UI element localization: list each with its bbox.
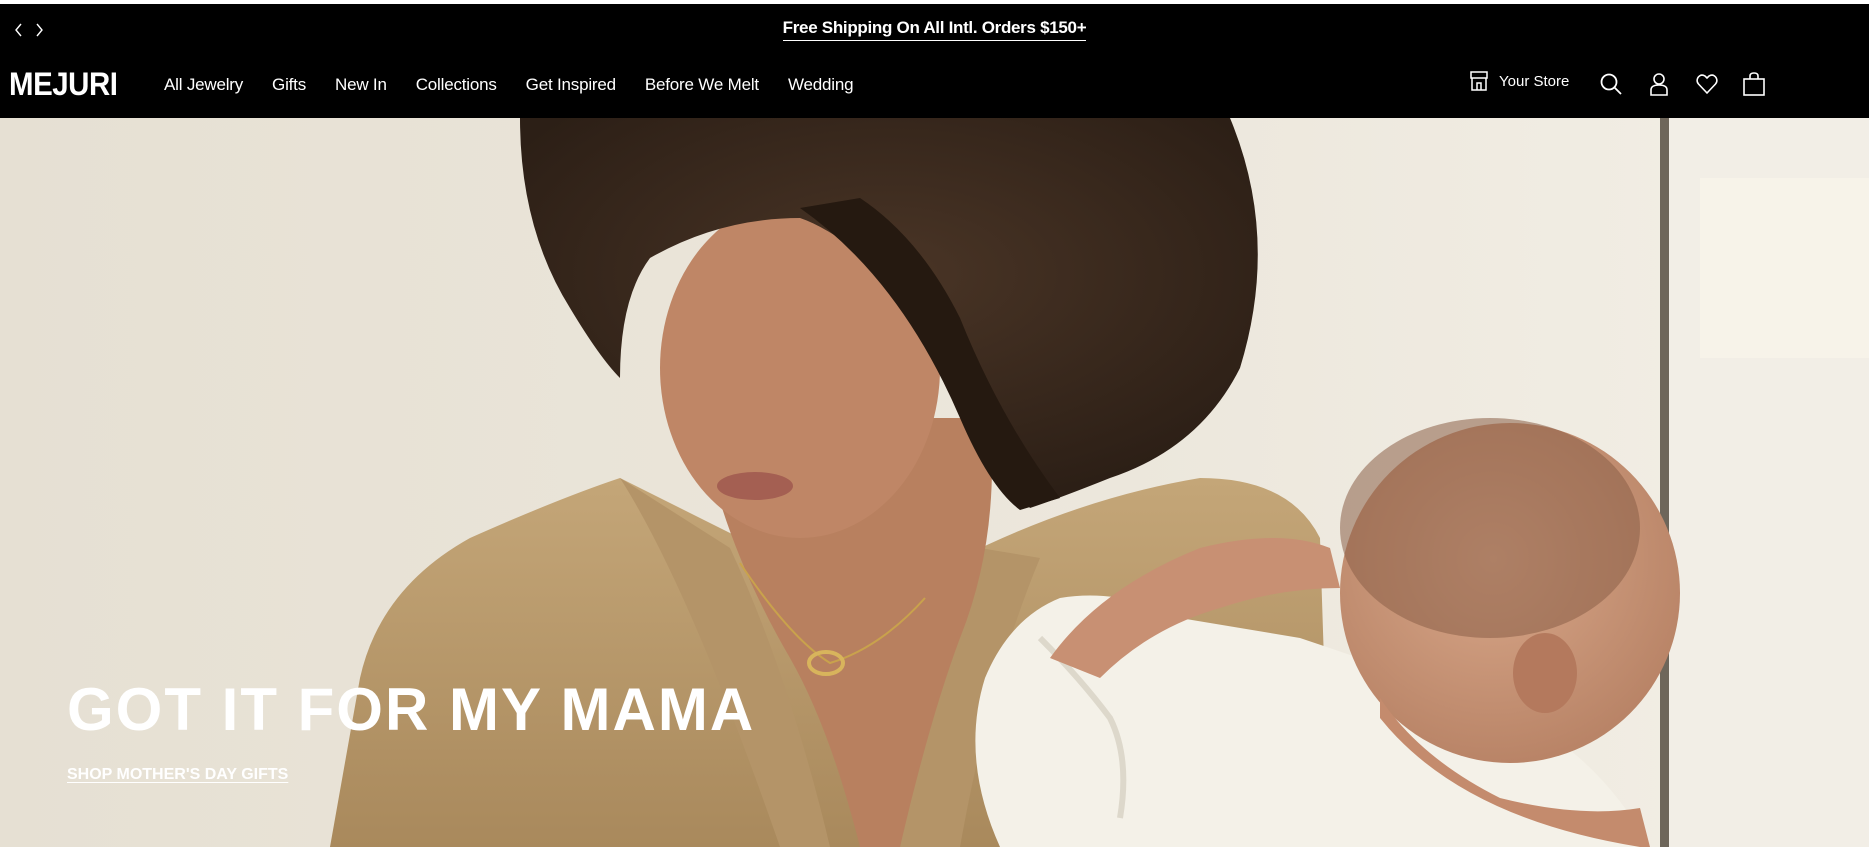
nav-item-all-jewelry[interactable]: All Jewelry — [164, 75, 243, 95]
announcement-bar: Free Shipping On All Intl. Orders $150+ — [0, 4, 1869, 50]
account-icon — [1650, 73, 1668, 96]
your-store-label: Your Store — [1499, 72, 1570, 90]
your-store-link[interactable]: Your Store — [1469, 70, 1569, 92]
main-nav: MEJURI All Jewelry Gifts New In Collecti… — [0, 50, 1869, 118]
heart-icon — [1696, 74, 1718, 95]
store-icon — [1470, 71, 1488, 91]
nav-item-before-we-melt[interactable]: Before We Melt — [645, 75, 759, 95]
nav-links: All Jewelry Gifts New In Collections Get… — [164, 75, 882, 95]
search-icon — [1600, 73, 1622, 95]
nav-item-gifts[interactable]: Gifts — [272, 75, 306, 95]
shopping-bag-button[interactable] — [1740, 70, 1768, 98]
hero-title: GOT IT FOR MY MAMA — [67, 676, 756, 743]
nav-item-wedding[interactable]: Wedding — [788, 75, 854, 95]
account-button[interactable] — [1645, 70, 1673, 98]
nav-actions: Your Store — [1469, 50, 1869, 118]
hero-banner[interactable]: GOT IT FOR MY MAMA SHOP MOTHER'S DAY GIF… — [0, 118, 1869, 847]
nav-item-get-inspired[interactable]: Get Inspired — [526, 75, 616, 95]
announcement-message: Free Shipping On All Intl. Orders $150+ — [0, 18, 1869, 41]
announcement-link[interactable]: Free Shipping On All Intl. Orders $150+ — [782, 18, 1087, 41]
bag-icon — [1743, 72, 1765, 96]
brand-logo[interactable]: MEJURI — [9, 66, 118, 103]
nav-item-new-in[interactable]: New In — [335, 75, 387, 95]
nav-item-collections[interactable]: Collections — [416, 75, 497, 95]
page: Free Shipping On All Intl. Orders $150+ … — [0, 0, 1872, 855]
site-header: Free Shipping On All Intl. Orders $150+ … — [0, 4, 1869, 118]
wishlist-button[interactable] — [1693, 70, 1721, 98]
shop-mothers-day-gifts-link[interactable]: SHOP MOTHER'S DAY GIFTS — [67, 766, 288, 784]
search-button[interactable] — [1597, 70, 1625, 98]
